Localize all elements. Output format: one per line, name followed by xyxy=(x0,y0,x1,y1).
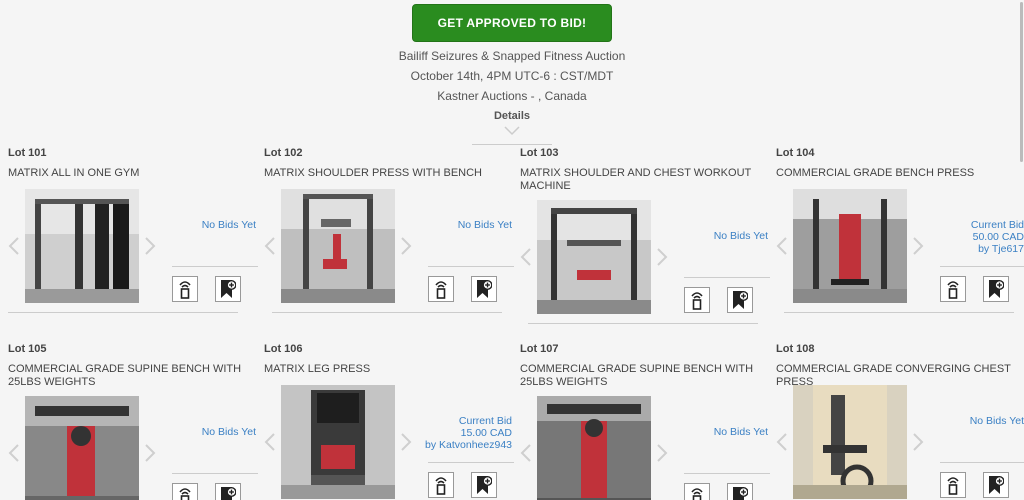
bid-status-line: No Bids Yet xyxy=(969,415,1024,427)
auction-date: October 14th, 4PM UTC-6 : CST/MDT xyxy=(410,69,614,83)
bid-status-line: by Tje617 xyxy=(978,243,1024,255)
divider xyxy=(784,312,1014,313)
lot-title[interactable]: MATRIX SHOULDER PRESS WITH BENCH xyxy=(264,167,504,180)
chevron-left-icon[interactable] xyxy=(776,236,788,256)
bid-paddle-icon[interactable] xyxy=(428,276,454,302)
lot-title[interactable]: COMMERCIAL GRADE SUPINE BENCH WITH 25LBS… xyxy=(8,363,248,389)
lot-image[interactable] xyxy=(25,189,139,303)
bid-paddle-icon[interactable] xyxy=(428,472,454,498)
bid-status-line: 50.00 CAD xyxy=(972,231,1024,243)
chevron-left-icon[interactable] xyxy=(264,432,276,452)
divider xyxy=(940,266,1024,267)
lot-image[interactable] xyxy=(281,189,395,303)
bid-status: No Bids Yet xyxy=(660,426,768,438)
chevron-right-icon[interactable] xyxy=(656,247,668,267)
bookmark-add-icon[interactable] xyxy=(215,483,241,500)
divider xyxy=(8,312,238,313)
bookmark-add-icon[interactable] xyxy=(215,276,241,302)
bid-status: No Bids Yet xyxy=(660,230,768,242)
lot-number: Lot 108 xyxy=(776,343,815,355)
lot-image[interactable] xyxy=(25,396,139,500)
bid-status-line: No Bids Yet xyxy=(201,219,256,231)
bid-paddle-icon[interactable] xyxy=(940,472,966,498)
divider xyxy=(528,323,758,324)
bookmark-add-icon[interactable] xyxy=(471,276,497,302)
bid-status-line: No Bids Yet xyxy=(457,219,512,231)
bid-status: No Bids Yet xyxy=(148,426,256,438)
bookmark-add-icon[interactable] xyxy=(727,287,753,313)
get-approved-to-bid-button[interactable]: GET APPROVED TO BID! xyxy=(412,4,612,42)
details-toggle[interactable]: Details xyxy=(0,110,1024,122)
lot-title[interactable]: MATRIX ALL IN ONE GYM xyxy=(8,167,248,180)
chevron-down-icon[interactable] xyxy=(503,124,521,138)
bid-paddle-icon[interactable] xyxy=(172,276,198,302)
bid-status-line: Current Bid xyxy=(458,415,512,427)
lot-number: Lot 102 xyxy=(264,147,303,159)
chevron-left-icon[interactable] xyxy=(8,443,20,463)
lot-image[interactable] xyxy=(537,396,651,500)
bid-status-line: Current Bid xyxy=(970,219,1024,231)
chevron-left-icon[interactable] xyxy=(8,236,20,256)
lot-number: Lot 107 xyxy=(520,343,559,355)
bid-paddle-icon[interactable] xyxy=(684,287,710,313)
bid-status: Current Bid 15.00 CAD by Katvonheez943 xyxy=(404,415,512,451)
divider xyxy=(172,266,258,267)
chevron-left-icon[interactable] xyxy=(776,432,788,452)
divider xyxy=(428,462,514,463)
chevron-left-icon[interactable] xyxy=(520,443,532,463)
auction-location: Kastner Auctions - , Canada xyxy=(437,89,587,103)
bid-paddle-icon[interactable] xyxy=(940,276,966,302)
bookmark-add-icon[interactable] xyxy=(727,483,753,500)
bookmark-add-icon[interactable] xyxy=(471,472,497,498)
scrollbar[interactable] xyxy=(1018,0,1024,200)
bookmark-add-icon[interactable] xyxy=(983,276,1009,302)
bid-status: Current Bid 50.00 CAD by Tje617 xyxy=(916,219,1024,255)
divider xyxy=(684,277,770,278)
chevron-left-icon[interactable] xyxy=(520,247,532,267)
lot-image[interactable] xyxy=(793,385,907,499)
chevron-right-icon[interactable] xyxy=(144,236,156,256)
chevron-right-icon[interactable] xyxy=(144,443,156,463)
lot-title[interactable]: MATRIX LEG PRESS xyxy=(264,363,504,376)
bid-paddle-icon[interactable] xyxy=(684,483,710,500)
divider xyxy=(940,462,1024,463)
chevron-left-icon[interactable] xyxy=(264,236,276,256)
chevron-right-icon[interactable] xyxy=(400,236,412,256)
lot-title[interactable]: COMMERCIAL GRADE SUPINE BENCH WITH 25LBS… xyxy=(520,363,760,389)
lot-image[interactable] xyxy=(281,385,395,499)
bid-status: No Bids Yet xyxy=(404,219,512,231)
lot-number: Lot 104 xyxy=(776,147,815,159)
lot-title[interactable]: COMMERCIAL GRADE BENCH PRESS xyxy=(776,167,1016,180)
divider xyxy=(172,473,258,474)
divider xyxy=(684,473,770,474)
lot-number: Lot 105 xyxy=(8,343,47,355)
bid-status-line: No Bids Yet xyxy=(201,426,256,438)
auction-title: Bailiff Seizures & Snapped Fitness Aucti… xyxy=(398,49,626,63)
bid-status-line: by Katvonheez943 xyxy=(425,439,512,451)
divider xyxy=(428,266,514,267)
lot-number: Lot 106 xyxy=(264,343,303,355)
bid-status-line: No Bids Yet xyxy=(713,230,768,242)
lot-image[interactable] xyxy=(537,200,651,314)
bid-status-line: No Bids Yet xyxy=(713,426,768,438)
divider xyxy=(272,312,502,313)
bid-paddle-icon[interactable] xyxy=(172,483,198,500)
chevron-right-icon[interactable] xyxy=(656,443,668,463)
bid-status: No Bids Yet xyxy=(148,219,256,231)
lot-number: Lot 103 xyxy=(520,147,559,159)
lot-image[interactable] xyxy=(793,189,907,303)
lot-number: Lot 101 xyxy=(8,147,47,159)
bid-status-line: 15.00 CAD xyxy=(460,427,512,439)
bid-status: No Bids Yet xyxy=(916,415,1024,427)
divider xyxy=(472,144,552,145)
chevron-right-icon[interactable] xyxy=(912,432,924,452)
lot-title[interactable]: MATRIX SHOULDER AND CHEST WORKOUT MACHIN… xyxy=(520,167,760,193)
bookmark-add-icon[interactable] xyxy=(983,472,1009,498)
